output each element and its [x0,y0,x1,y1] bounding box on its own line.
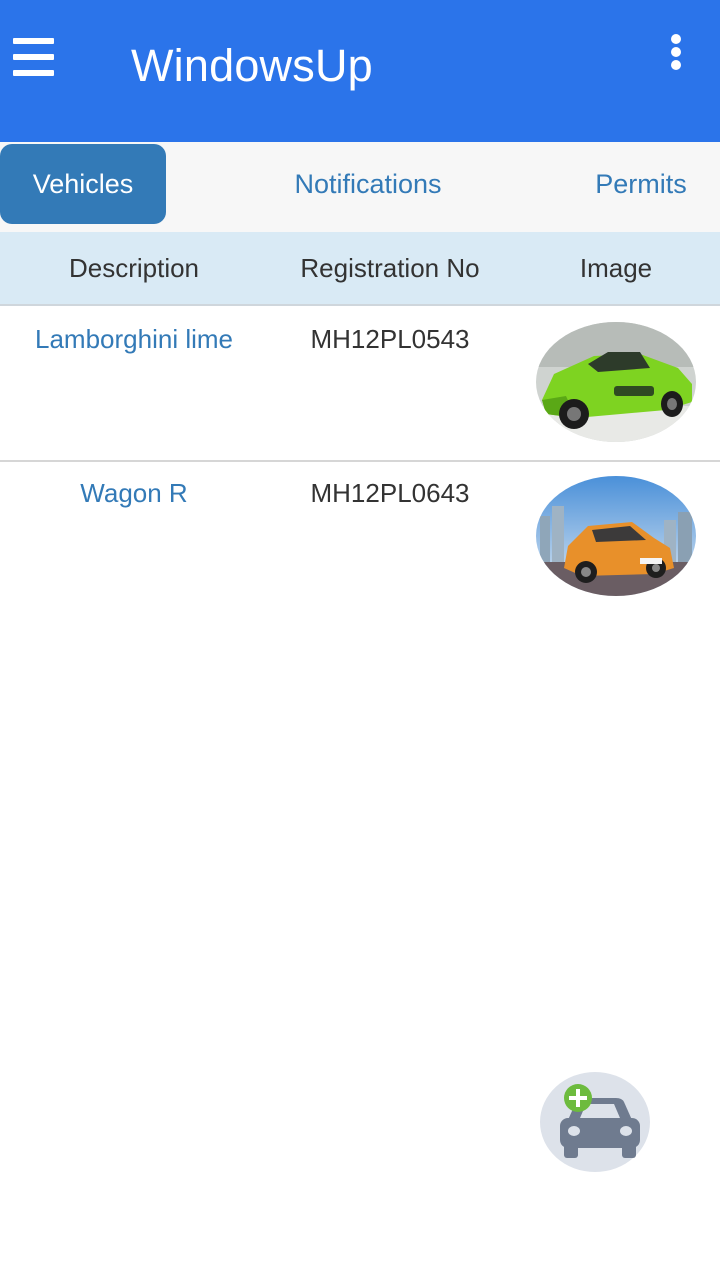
tab-permits[interactable]: Permits [570,144,712,224]
vehicle-registration: MH12PL0543 [310,324,470,354]
vehicle-description-link[interactable]: Wagon R [0,478,268,509]
green-sports-car-photo[interactable] [536,322,696,442]
orange-hatchback-photo[interactable] [536,476,696,596]
column-header-registration[interactable]: Registration No [268,232,512,304]
column-header-image[interactable]: Image [536,232,696,304]
column-header-description[interactable]: Description [0,232,268,304]
table-row[interactable]: Wagon R MH12PL0643 [0,460,720,614]
app-title: WindowsUp [131,40,373,91]
add-vehicle-icon [560,1084,640,1158]
app-bar: WindowsUp [0,0,720,142]
hamburger-menu-icon[interactable] [13,38,55,80]
vehicle-registration: MH12PL0643 [310,478,470,508]
table-header: Description Registration No Image [0,232,720,306]
tab-notifications[interactable]: Notifications [250,144,486,224]
more-vertical-icon[interactable] [664,32,690,72]
tab-vehicles[interactable]: Vehicles [0,144,166,224]
tab-bar: Vehicles Notifications Permits [0,142,720,232]
table-row[interactable]: Lamborghini lime MH12PL0543 [0,306,720,462]
add-vehicle-button[interactable] [540,1072,650,1172]
vehicle-description-link[interactable]: Lamborghini lime [0,324,268,355]
